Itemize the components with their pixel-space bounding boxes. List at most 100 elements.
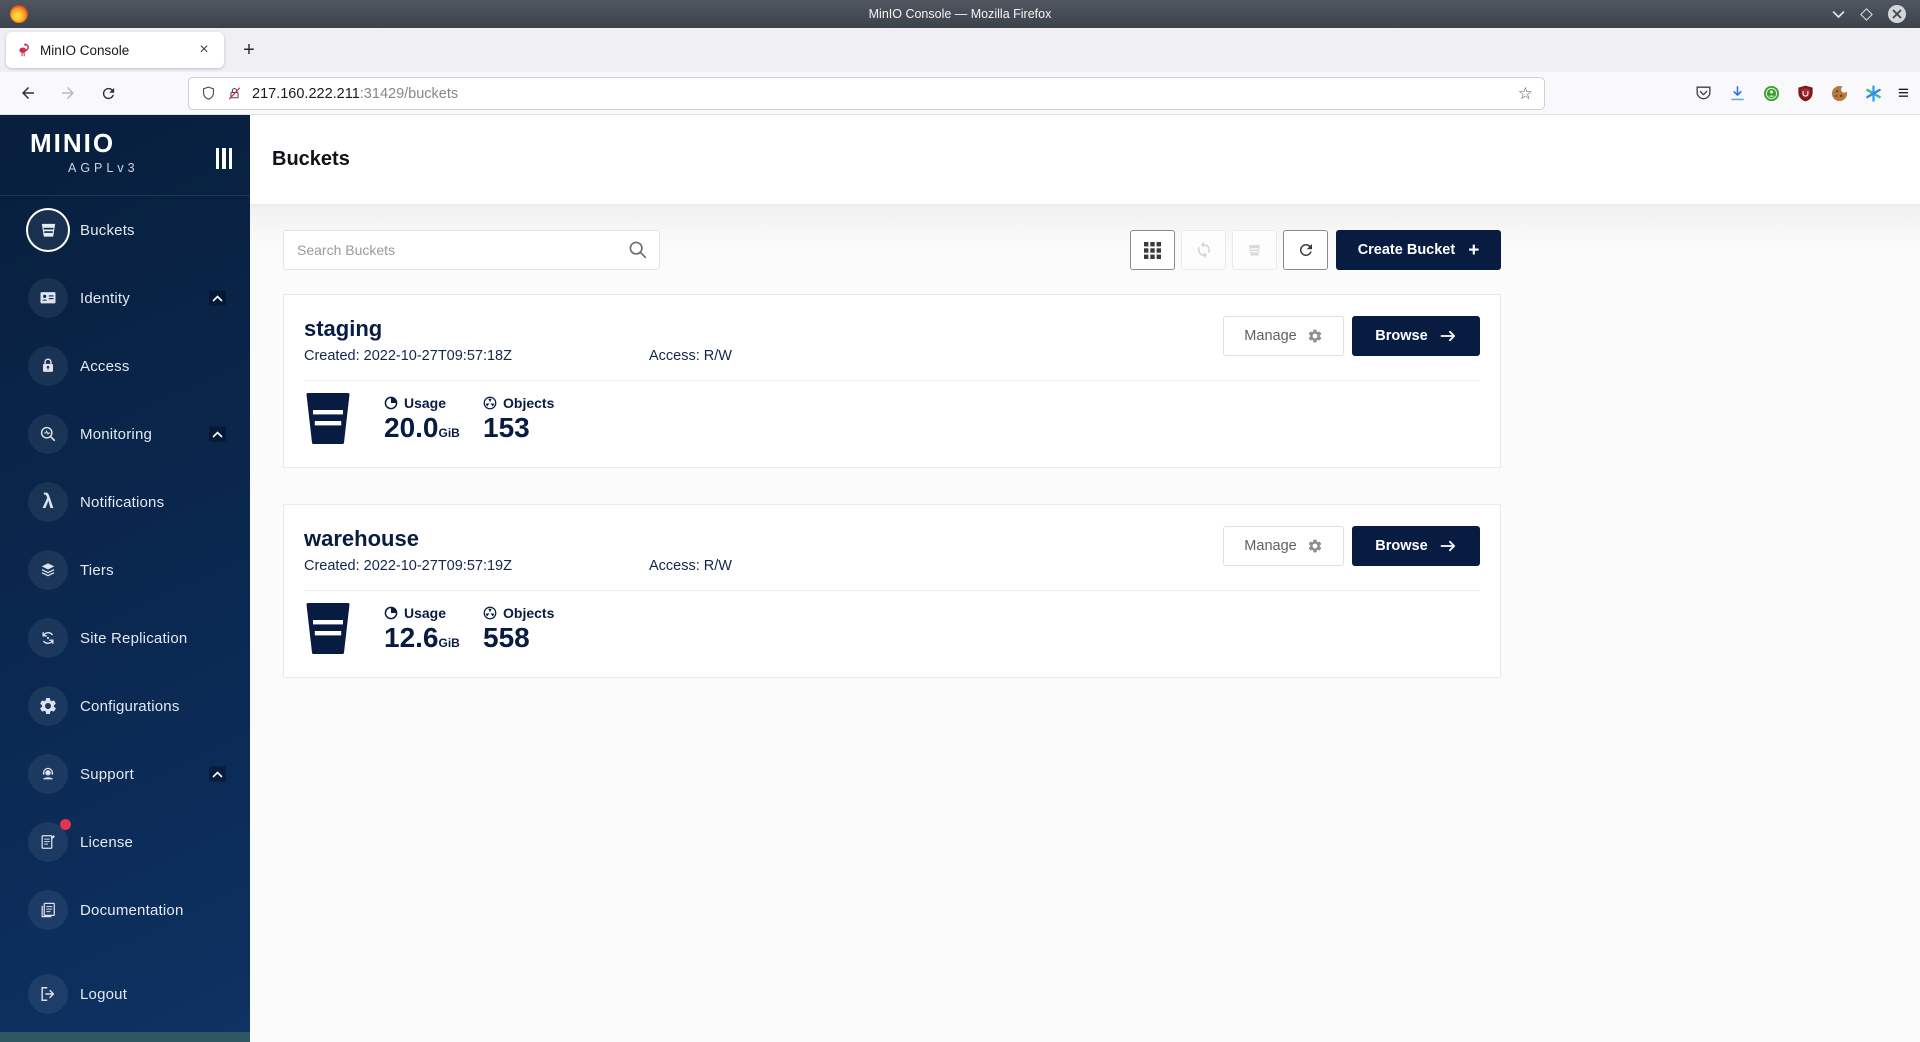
sidebar-item-logout[interactable]: Logout	[0, 960, 250, 1028]
id-card-icon	[38, 288, 58, 308]
url-text: 217.160.222.211:31429/buckets	[252, 86, 1509, 102]
sidebar-item-license[interactable]: License	[0, 808, 250, 876]
chevron-up-icon[interactable]	[209, 767, 226, 782]
minio-flamingo-favicon	[16, 42, 32, 58]
cookie-extension-icon[interactable]	[1830, 84, 1849, 103]
chevron-up-icon[interactable]	[209, 291, 226, 306]
bookmark-star-icon[interactable]: ☆	[1518, 84, 1533, 104]
bucket-icon	[38, 220, 59, 241]
sidebar-item-buckets[interactable]: Buckets	[0, 196, 250, 264]
firefox-logo-icon	[10, 5, 28, 23]
close-icon	[1892, 9, 1902, 19]
window-title: MinIO Console — Mozilla Firefox	[0, 7, 1920, 21]
url-bar[interactable]: 217.160.222.211:31429/buckets ☆	[188, 77, 1545, 110]
usage-label: Usage	[404, 395, 446, 411]
plus-icon: +	[1468, 241, 1479, 260]
replication-icon	[38, 628, 58, 648]
sidebar-item-access[interactable]: Access	[0, 332, 250, 400]
sidebar-item-label: Buckets	[80, 222, 135, 239]
sidebar-item-notifications[interactable]: λ Notifications	[0, 468, 250, 536]
sidebar-item-label: Monitoring	[80, 426, 152, 443]
sidebar-item-monitoring[interactable]: Monitoring	[0, 400, 250, 468]
grid-icon	[1144, 242, 1161, 259]
sidebar-collapse-icon[interactable]	[216, 148, 233, 169]
grid-view-button[interactable]	[1130, 230, 1175, 270]
new-tab-button[interactable]: +	[234, 35, 264, 65]
extension-green-icon[interactable]	[1762, 84, 1781, 103]
usage-value: 20.0	[384, 412, 439, 443]
back-arrow-icon	[19, 84, 37, 102]
delete-buckets-button	[1232, 230, 1277, 270]
ublock-origin-icon[interactable]	[1796, 84, 1815, 103]
objects-icon	[483, 606, 497, 620]
refresh-buckets-button[interactable]	[1283, 230, 1328, 270]
page-header: Buckets	[250, 115, 1920, 205]
bucket-created: Created: 2022-10-27T09:57:18Z	[304, 348, 649, 364]
usage-unit: GiB	[439, 636, 460, 650]
sidebar-item-identity[interactable]: Identity	[0, 264, 250, 332]
reload-icon	[100, 85, 117, 102]
objects-value: 558	[483, 621, 582, 655]
browse-button[interactable]: Browse	[1352, 526, 1480, 566]
reload-button[interactable]	[94, 79, 122, 107]
window-close-button[interactable]	[1888, 5, 1906, 23]
sidebar-item-label: Tiers	[80, 562, 114, 579]
tab-minio-console[interactable]: MinIO Console ×	[6, 32, 224, 68]
sidebar-item-site-replication[interactable]: Site Replication	[0, 604, 250, 672]
bucket-created: Created: 2022-10-27T09:57:19Z	[304, 558, 649, 574]
refresh-icon	[1297, 241, 1315, 259]
window-titlebar: MinIO Console — Mozilla Firefox	[0, 0, 1920, 28]
sidebar-item-label: Site Replication	[80, 630, 187, 647]
diamond-icon	[1860, 8, 1873, 21]
minio-logo: MINIO AGPLv3	[0, 115, 250, 196]
window-minimize-button[interactable]	[1832, 10, 1845, 19]
back-button[interactable]	[14, 79, 42, 107]
sync-icon	[1195, 241, 1213, 259]
manage-button[interactable]: Manage	[1223, 316, 1344, 356]
arrow-right-icon	[1440, 539, 1457, 553]
window-maximize-button[interactable]	[1862, 10, 1871, 19]
chevron-down-icon	[1832, 10, 1845, 19]
browse-label: Browse	[1375, 538, 1427, 554]
gear-icon	[38, 696, 58, 716]
sidebar-item-support[interactable]: Support	[0, 740, 250, 808]
tab-title: MinIO Console	[40, 43, 186, 58]
gear-icon	[1307, 538, 1323, 554]
sidebar-item-label: Access	[80, 358, 130, 375]
bucket-card-warehouse: warehouse Created: 2022-10-27T09:57:19Z …	[283, 504, 1501, 678]
pocket-icon[interactable]	[1694, 84, 1713, 103]
download-icon[interactable]	[1728, 84, 1747, 103]
gear-icon	[1307, 328, 1323, 344]
sidebar-item-label: Support	[80, 766, 134, 783]
manage-button[interactable]: Manage	[1223, 526, 1344, 566]
browse-button[interactable]: Browse	[1352, 316, 1480, 356]
usage-stat: Usage 20.0GiB	[384, 393, 483, 445]
sidebar-item-label: Logout	[80, 986, 127, 1003]
sidebar-item-label: Configurations	[80, 698, 180, 715]
usage-stat: Usage 12.6GiB	[384, 603, 483, 655]
create-bucket-label: Create Bucket	[1358, 242, 1456, 258]
sidebar-item-configurations[interactable]: Configurations	[0, 672, 250, 740]
layers-icon	[38, 560, 58, 580]
sidebar-item-tiers[interactable]: Tiers	[0, 536, 250, 604]
bucket-access: Access: R/W	[649, 348, 732, 364]
objects-label: Objects	[503, 395, 554, 411]
sidebar-item-documentation[interactable]: Documentation	[0, 876, 250, 944]
bucket-name: staging	[304, 316, 1223, 341]
lock-insecure-icon[interactable]	[226, 85, 243, 102]
asterisk-extension-icon[interactable]	[1864, 84, 1883, 103]
usage-pie-icon	[384, 396, 398, 410]
main-content: Buckets	[250, 115, 1920, 1042]
hamburger-menu-icon[interactable]: ≡	[1898, 83, 1908, 105]
search-input[interactable]	[283, 230, 660, 270]
chevron-up-icon[interactable]	[209, 427, 226, 442]
tab-bar: MinIO Console × +	[0, 28, 1920, 72]
create-bucket-button[interactable]: Create Bucket +	[1336, 230, 1501, 270]
bucket-name: warehouse	[304, 526, 1223, 551]
desktop-edge-strip	[0, 1032, 250, 1042]
bucket-small-icon	[1246, 242, 1263, 259]
tab-close-button[interactable]: ×	[194, 40, 214, 60]
shield-icon[interactable]	[200, 85, 217, 102]
license-icon	[38, 832, 58, 852]
license-alert-badge	[60, 819, 71, 830]
